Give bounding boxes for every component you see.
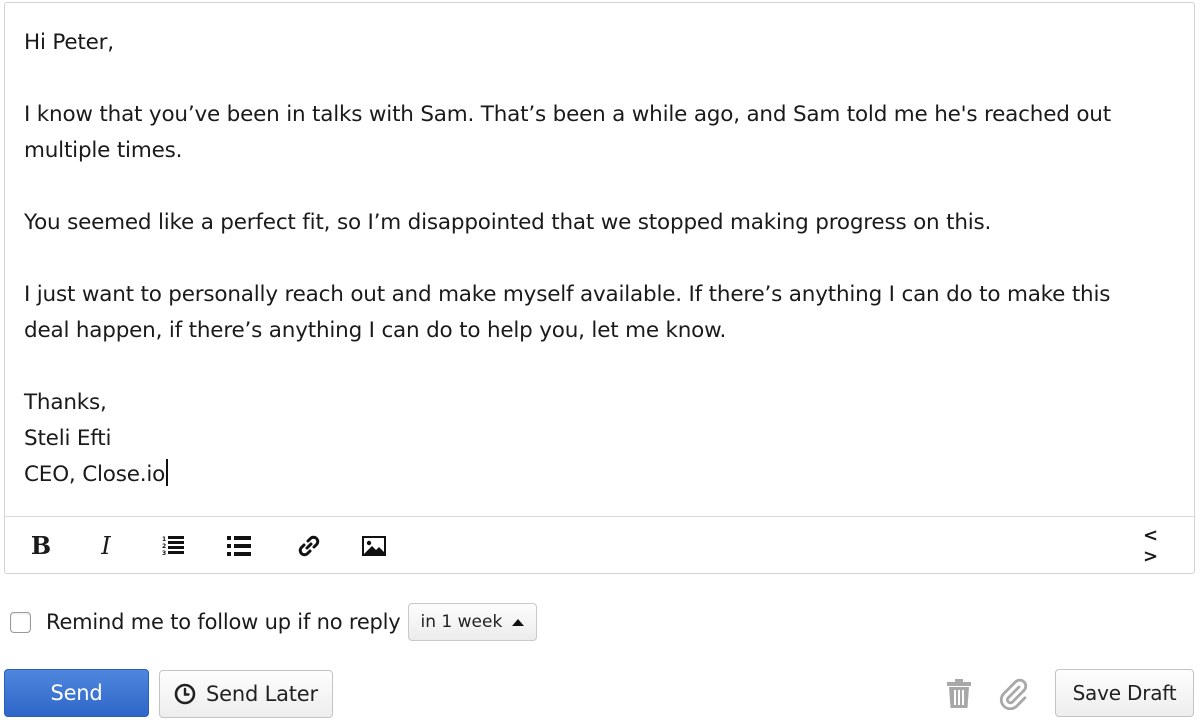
formatting-toolbar: B I 1 2 3 < > (5, 516, 1194, 574)
email-signature-name: Steli Efti (24, 426, 112, 451)
email-composer: Hi Peter, I know that you’ve been in tal… (4, 2, 1195, 574)
email-paragraph-line: I know that you’ve been in talks with Sa… (24, 102, 1111, 127)
email-paragraph-line: deal happen, if there’s anything I can d… (24, 318, 727, 343)
email-body-editor[interactable]: Hi Peter, I know that you’ve been in tal… (5, 3, 1194, 516)
link-button[interactable] (294, 531, 324, 561)
follow-up-interval-select[interactable]: in 1 week (407, 603, 538, 641)
unordered-list-button[interactable] (224, 531, 254, 561)
send-later-label: Send Later (206, 682, 318, 706)
italic-button[interactable]: I (91, 531, 121, 561)
send-later-button[interactable]: Send Later (159, 670, 333, 718)
email-greeting: Hi Peter, (24, 30, 114, 55)
save-draft-button[interactable]: Save Draft (1055, 669, 1194, 717)
email-paragraph-line: multiple times. (24, 138, 183, 163)
link-icon (298, 535, 320, 557)
bold-button[interactable]: B (26, 531, 56, 561)
code-view-icon: < > (1143, 525, 1161, 567)
image-icon (362, 536, 386, 556)
ordered-list-icon: 1 2 3 (162, 536, 184, 557)
paperclip-icon (999, 678, 1028, 711)
discard-button[interactable] (946, 679, 972, 713)
follow-up-checkbox[interactable] (10, 611, 31, 633)
ordered-list-button[interactable]: 1 2 3 (158, 531, 188, 561)
follow-up-interval-value: in 1 week (420, 612, 503, 632)
unordered-list-icon (227, 536, 251, 556)
email-signoff: Thanks, (24, 390, 107, 415)
follow-up-reminder: Remind me to follow up if no reply in 1 … (10, 603, 538, 641)
email-paragraph-line: I just want to personally reach out and … (24, 282, 1111, 307)
image-button[interactable] (359, 531, 389, 561)
svg-text:1: 1 (162, 536, 166, 543)
email-signature-title-line: CEO, Close.io (24, 457, 1175, 493)
trash-icon (947, 679, 971, 708)
clock-icon (174, 683, 196, 705)
text-cursor (166, 459, 168, 486)
svg-text:2: 2 (162, 543, 166, 550)
italic-icon: I (101, 532, 111, 560)
save-draft-label: Save Draft (1072, 681, 1177, 705)
caret-up-icon (512, 618, 525, 626)
email-signature-title: CEO, Close.io (24, 462, 166, 487)
follow-up-label: Remind me to follow up if no reply (46, 610, 401, 634)
attach-button[interactable] (998, 678, 1030, 714)
bold-icon: B (30, 531, 52, 560)
code-view-button[interactable]: < > (1143, 525, 1179, 567)
svg-text:3: 3 (162, 550, 166, 557)
send-button-label: Send (50, 681, 103, 705)
send-button[interactable]: Send (4, 669, 149, 717)
email-paragraph: You seemed like a perfect fit, so I’m di… (24, 210, 992, 235)
